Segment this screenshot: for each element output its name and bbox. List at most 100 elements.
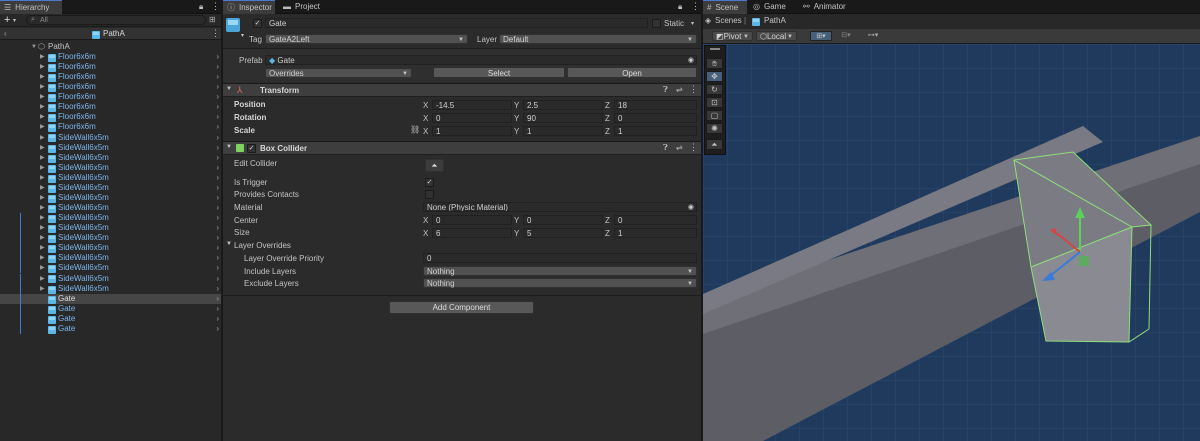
help-icon[interactable]: ❓︎ — [663, 143, 668, 153]
open-prefab-chevron-icon[interactable]: › — [216, 213, 219, 223]
hierarchy-item[interactable]: ▶ SideWall6x5m › — [0, 173, 222, 183]
x-axis-label[interactable]: X — [423, 114, 428, 123]
is-trigger-checkbox[interactable]: ✓ — [425, 178, 434, 187]
edit-collider-button[interactable]: ⏶ — [425, 159, 444, 172]
expand-arrow-icon[interactable]: ▶ — [40, 284, 45, 294]
increment-snap-icon[interactable]: ⊶▾ — [861, 31, 885, 41]
open-prefab-chevron-icon[interactable]: › — [216, 253, 219, 263]
scale-x-field[interactable]: 1 — [432, 126, 512, 136]
select-button[interactable]: Select — [433, 67, 565, 78]
box-collider-header[interactable]: ▼ ✓ Box Collider ❓︎ ⇌ ⋮ — [223, 141, 702, 155]
expand-arrow-icon[interactable]: ▶ — [40, 213, 45, 223]
hierarchy-item[interactable]: ▶ SideWall6x5m › — [0, 233, 222, 244]
open-prefab-chevron-icon[interactable]: › — [216, 233, 219, 243]
hierarchy-item[interactable]: ▶ Floor6x6m › — [0, 72, 222, 83]
object-name-field[interactable]: Gate — [265, 18, 648, 28]
expand-arrow-icon[interactable]: ▶ — [40, 52, 45, 62]
y-axis-label[interactable]: Y — [514, 101, 519, 110]
object-picker-icon[interactable]: ◉ — [688, 56, 694, 64]
expand-arrow-icon[interactable]: ▶ — [40, 263, 45, 273]
expand-arrow-icon[interactable]: ▶ — [40, 72, 45, 82]
tab-game[interactable]: ◎ Game — [749, 0, 793, 14]
size-y-field[interactable]: 5 — [523, 228, 603, 238]
scene-viewport[interactable] — [703, 44, 1200, 441]
tab-animator[interactable]: ⚯ Animator — [799, 0, 859, 14]
foldout-arrow-icon[interactable]: ▼ — [226, 86, 232, 92]
open-prefab-chevron-icon[interactable]: › — [216, 314, 219, 324]
expand-arrow-icon[interactable]: ▶ — [40, 62, 45, 72]
overrides-dropdown[interactable]: Overrides ▼ — [265, 68, 412, 78]
tab-project[interactable]: ▬ Project — [279, 0, 329, 14]
hierarchy-item[interactable]: ▶ SideWall6x5m › — [0, 163, 222, 173]
y-axis-label[interactable]: Y — [514, 229, 519, 238]
expand-arrow-icon[interactable]: ▶ — [40, 233, 45, 243]
expand-arrow-icon[interactable]: ▶ — [40, 253, 45, 263]
hierarchy-item[interactable]: Gate › — [0, 293, 222, 304]
expand-arrow-icon[interactable]: ▶ — [40, 82, 45, 92]
expand-arrow-icon[interactable]: ▶ — [40, 122, 45, 132]
add-icon[interactable]: + — [4, 14, 10, 26]
hierarchy-item[interactable]: Gate › — [0, 313, 222, 324]
expand-arrow-icon[interactable]: ▶ — [40, 183, 45, 193]
hand-tool-icon[interactable]: ✋︎ — [706, 58, 723, 69]
expand-arrow-icon[interactable]: ▶ — [40, 193, 45, 203]
move-tool-icon[interactable]: ✥ — [706, 71, 723, 82]
center-z-field[interactable]: 0 — [614, 215, 697, 225]
transform-tool-icon[interactable]: ✺ — [706, 123, 723, 134]
x-axis-label[interactable]: X — [423, 229, 428, 238]
expand-arrow-icon[interactable]: ▶ — [40, 153, 45, 163]
hierarchy-item[interactable]: ▶ SideWall6x5m › — [0, 273, 222, 284]
icon-dropdown-arrow-icon[interactable]: ▾ — [241, 32, 244, 39]
hierarchy-item[interactable]: ▶ SideWall6x5m › — [0, 223, 222, 234]
breadcrumb-scenes[interactable]: Scenes — [715, 16, 742, 25]
open-prefab-chevron-icon[interactable]: › — [216, 263, 219, 273]
object-picker-icon[interactable]: ◉ — [688, 203, 694, 211]
size-x-field[interactable]: 6 — [432, 228, 512, 238]
open-prefab-chevron-icon[interactable]: › — [216, 243, 219, 253]
x-axis-label[interactable]: X — [423, 101, 428, 110]
open-prefab-chevron-icon[interactable]: › — [216, 294, 219, 304]
center-y-field[interactable]: 0 — [523, 215, 603, 225]
open-prefab-chevron-icon[interactable]: › — [216, 163, 219, 173]
expand-arrow-icon[interactable]: ▶ — [40, 173, 45, 183]
palette-grip[interactable] — [710, 48, 720, 50]
z-axis-label[interactable]: Z — [605, 101, 610, 110]
expand-arrow-icon[interactable]: ▶ — [40, 274, 45, 284]
position-z-field[interactable]: 18 — [614, 100, 697, 110]
z-axis-label[interactable]: Z — [605, 114, 610, 123]
expand-arrow-icon[interactable]: ▶ — [40, 133, 45, 143]
static-dropdown-icon[interactable]: ▾ — [691, 20, 694, 27]
rect-tool-icon[interactable]: ▢ — [706, 110, 723, 121]
expand-arrow-icon[interactable]: ▶ — [40, 223, 45, 233]
open-prefab-chevron-icon[interactable]: › — [216, 153, 219, 163]
hierarchy-item[interactable]: ▶ SideWall6x5m › — [0, 153, 222, 163]
tab-inspector[interactable]: ⓘ Inspector — [223, 0, 275, 14]
local-dropdown[interactable]: ⬡Local ▼ — [756, 31, 797, 41]
back-arrow-icon[interactable]: ‹ — [4, 29, 7, 38]
expand-arrow-icon[interactable]: ▶ — [40, 112, 45, 122]
gizmo-plane-handle[interactable] — [1079, 256, 1089, 266]
scene-menu-icon[interactable]: ⋮ — [211, 28, 220, 39]
more-menu-icon[interactable]: ⋮ — [211, 1, 220, 12]
open-prefab-chevron-icon[interactable]: › — [216, 72, 219, 82]
rotation-z-field[interactable]: 0 — [614, 113, 697, 123]
foldout-arrow-icon[interactable]: ▼ — [226, 144, 232, 150]
add-component-button[interactable]: Add Component — [389, 301, 534, 314]
link-scale-icon[interactable]: ⛓ — [410, 125, 420, 134]
expand-arrow-icon[interactable]: ▶ — [40, 143, 45, 153]
expand-arrow-icon[interactable]: ▶ — [40, 163, 45, 173]
hierarchy-item[interactable]: ▶ SideWall6x5m › — [0, 133, 222, 143]
position-x-field[interactable]: -14.5 — [432, 100, 512, 110]
prefab-field[interactable]: ◆ Gate ◉ — [265, 55, 697, 65]
active-checkbox[interactable]: ✓ — [253, 19, 262, 28]
size-z-field[interactable]: 1 — [614, 228, 697, 238]
open-prefab-chevron-icon[interactable]: › — [216, 143, 219, 153]
open-prefab-chevron-icon[interactable]: › — [216, 304, 219, 314]
scene-header[interactable]: ‹ PathA ⋮ — [0, 28, 222, 40]
open-prefab-chevron-icon[interactable]: › — [216, 173, 219, 183]
hierarchy-item[interactable]: ▶ SideWall6x5m › — [0, 203, 222, 213]
help-icon[interactable]: ❓︎ — [663, 85, 668, 95]
static-checkbox[interactable] — [652, 19, 661, 28]
grid-options-icon[interactable]: ⊟▾ — [835, 31, 857, 41]
component-menu-icon[interactable]: ⋮ — [689, 142, 698, 153]
